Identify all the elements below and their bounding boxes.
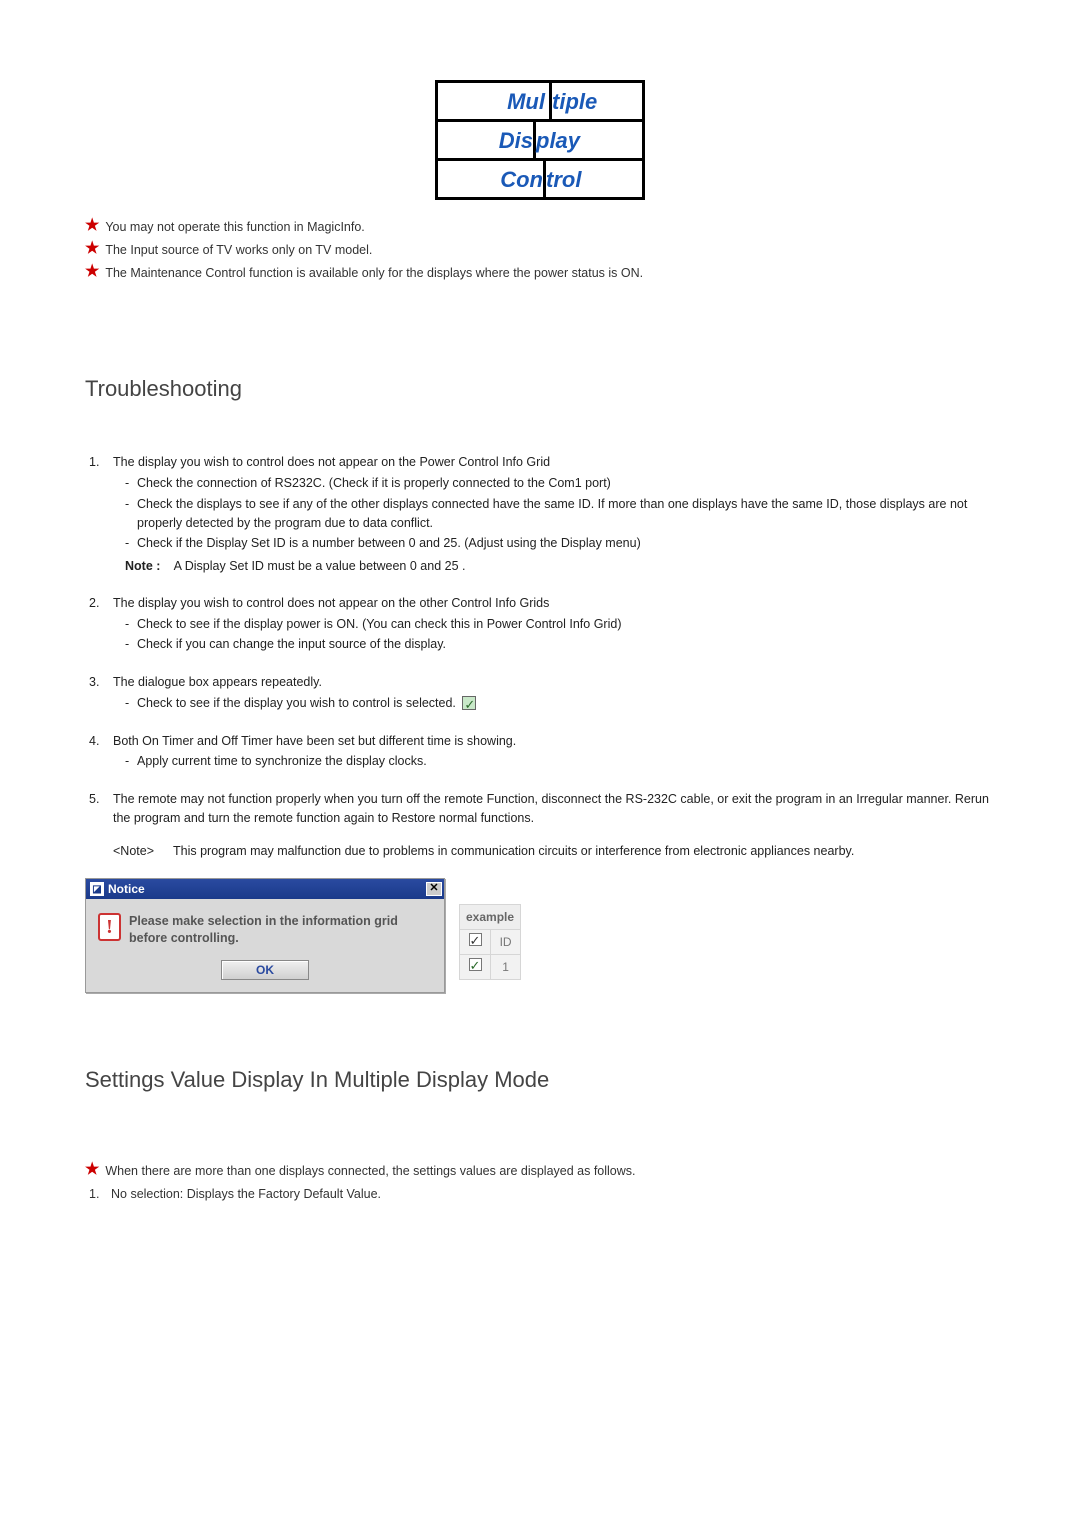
troubleshooting-heading: Troubleshooting [85,372,995,405]
example-header: example [460,905,521,930]
app-icon: ◪ [90,882,104,896]
note-text: This program may malfunction due to prob… [173,842,854,861]
checkbox-icon [462,696,476,710]
item-sub: Check to see if the display you wish to … [137,694,995,713]
item-number: 1. [89,1185,111,1204]
checkbox-icon [469,958,482,971]
item-title: The display you wish to control does not… [113,453,995,472]
troubleshoot-item: 5. The remote may not function properly … [85,790,995,860]
intro-note-text: You may not operate this function in Mag… [105,218,364,237]
troubleshoot-item: 2. The display you wish to control does … [85,594,995,655]
item-sub: Check the connection of RS232C. (Check i… [137,474,995,493]
notice-dialog: ◪ Notice ✕ ! Please make selection in th… [85,878,445,993]
item-number: 2. [85,594,113,613]
troubleshoot-item: 1. The display you wish to control does … [85,453,995,576]
example-id-header: ID [491,930,521,955]
checkbox-icon [469,933,482,946]
troubleshoot-item: 4. Both On Timer and Off Timer have been… [85,732,995,773]
intro-note: ★ The Input source of TV works only on T… [85,241,995,260]
logo-text: Dis [438,122,536,158]
logo-text: tiple [552,83,642,119]
star-icon: ★ [85,218,99,234]
item-number: 1. [85,453,113,472]
intro-note-text: The Input source of TV works only on TV … [105,241,372,260]
item-number: 5. [85,790,113,809]
example-table: example ID 1 [459,904,521,980]
settings-heading: Settings Value Display In Multiple Displ… [85,1063,995,1096]
intro-note: ★ You may not operate this function in M… [85,218,995,237]
item-title: The display you wish to control does not… [113,594,995,613]
ok-button[interactable]: OK [221,960,309,980]
example-check-cell [460,955,491,980]
item-sub: Check if the Display Set ID is a number … [137,534,995,553]
example-check-header [460,930,491,955]
troubleshoot-item: 3. The dialogue box appears repeatedly. … [85,673,995,714]
item-title: Both On Timer and Off Timer have been se… [113,732,995,751]
item-number: 3. [85,673,113,692]
item-sub: Apply current time to synchronize the di… [137,752,995,771]
item-title: The remote may not function properly whe… [113,790,995,828]
item-sub: Check if you can change the input source… [137,635,995,654]
logo-text: Con [438,161,546,197]
mdc-logo: Mul tiple Dis play Con trol [435,80,645,200]
logo-text: play [536,122,642,158]
close-button[interactable]: ✕ [426,882,442,896]
settings-item: 1. No selection: Displays the Factory De… [89,1185,995,1204]
intro-note-text: The Maintenance Control function is avai… [105,264,643,283]
logo-text: Mul [438,83,552,119]
item-sub: Check the displays to see if any of the … [137,495,995,533]
note-label: <Note> [113,842,173,861]
example-id-cell: 1 [491,955,521,980]
item-title: The dialogue box appears repeatedly. [113,673,995,692]
star-icon: ★ [85,1162,99,1178]
dialog-message: Please make selection in the information… [129,913,432,946]
dialog-title: Notice [108,880,426,898]
intro-note: ★ The Maintenance Control function is av… [85,264,995,283]
item-number: 4. [85,732,113,751]
item-text: No selection: Displays the Factory Defau… [111,1185,381,1204]
dialog-titlebar: ◪ Notice ✕ [86,879,444,899]
logo-text: trol [546,161,642,197]
warning-icon: ! [98,913,121,941]
settings-note: ★ When there are more than one displays … [85,1162,995,1181]
item-note: Note : A Display Set ID must be a value … [113,557,995,576]
star-icon: ★ [85,241,99,257]
item-sub: Check to see if the display power is ON.… [137,615,995,634]
settings-note-text: When there are more than one displays co… [105,1162,635,1181]
star-icon: ★ [85,264,99,280]
